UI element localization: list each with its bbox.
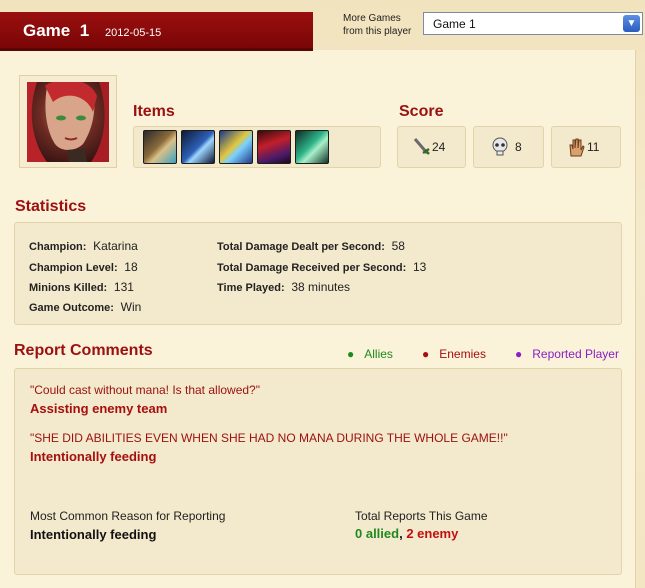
statistics-heading: Statistics bbox=[15, 198, 87, 215]
total-reports-label: Total Reports This Game bbox=[355, 509, 488, 523]
stat-champion: Champion: Katarina bbox=[29, 239, 138, 253]
stat-label: Champion Level: bbox=[29, 262, 118, 274]
deaths-value: 8 bbox=[515, 140, 522, 154]
score-deaths: 8 bbox=[473, 126, 544, 168]
stat-label: Game Outcome: bbox=[29, 302, 114, 314]
stat-value: 38 minutes bbox=[291, 280, 351, 294]
stat-label: Total Damage Dealt per Second: bbox=[217, 241, 385, 253]
score-kills: 24 bbox=[397, 126, 466, 168]
game-number: 1 bbox=[79, 21, 90, 40]
items-list bbox=[133, 126, 381, 168]
stat-damage-dealt: Total Damage Dealt per Second: 58 bbox=[217, 239, 405, 253]
champion-portrait bbox=[27, 82, 109, 162]
more-games-label: More Games from this player bbox=[343, 13, 412, 37]
legend-enemies-label: Enemies bbox=[439, 347, 486, 361]
stat-value: 131 bbox=[113, 280, 134, 294]
stat-value: Win bbox=[120, 300, 142, 314]
comment-reason: Intentionally feeding bbox=[30, 449, 157, 464]
legend-enemies: ● Enemies bbox=[422, 347, 486, 361]
champion-portrait-frame bbox=[19, 75, 117, 168]
stat-label: Minions Killed: bbox=[29, 282, 108, 294]
comment-quote: "SHE DID ABILITIES EVEN WHEN SHE HAD NO … bbox=[30, 431, 508, 445]
stat-value: 18 bbox=[124, 260, 138, 274]
stat-value: 58 bbox=[391, 239, 405, 253]
item-slot-4[interactable] bbox=[257, 130, 291, 164]
skull-icon bbox=[490, 136, 510, 158]
legend-reported-player: ● Reported Player bbox=[515, 347, 619, 361]
game-header: Game 1 2012-05-15 bbox=[0, 12, 313, 51]
game-select-value: Game 1 bbox=[433, 17, 476, 31]
stat-value: 13 bbox=[412, 260, 427, 274]
item-slot-2[interactable] bbox=[181, 130, 215, 164]
allied-reports: 0 allied bbox=[355, 526, 400, 541]
item-slot-5[interactable] bbox=[295, 130, 329, 164]
stat-value: Katarina bbox=[93, 239, 138, 253]
stat-label: Total Damage Received per Second: bbox=[217, 262, 407, 274]
stat-game-outcome: Game Outcome: Win bbox=[29, 300, 141, 314]
assists-value: 11 bbox=[587, 140, 600, 154]
stat-label: Champion: bbox=[29, 241, 87, 253]
stat-champion-level: Champion Level: 18 bbox=[29, 260, 138, 274]
statistics-panel: Champion: Katarina Champion Level: 18 Mi… bbox=[14, 222, 622, 325]
item-slot-1[interactable] bbox=[143, 130, 177, 164]
sword-icon bbox=[412, 136, 432, 158]
game-date: 2012-05-15 bbox=[105, 27, 162, 39]
legend-allies: ● Allies bbox=[347, 347, 393, 361]
total-reports-value: 0 allied, 2 enemy bbox=[355, 526, 458, 541]
game-select-dropdown[interactable]: Game 1 ▼ bbox=[423, 12, 643, 35]
game-title-label: Game bbox=[23, 21, 71, 40]
stat-label: Time Played: bbox=[217, 282, 285, 294]
items-heading: Items bbox=[133, 103, 175, 120]
comment-quote: "Could cast without mana! Is that allowe… bbox=[30, 383, 260, 397]
page-title: Game 1 bbox=[23, 21, 89, 41]
item-slot-3[interactable] bbox=[219, 130, 253, 164]
stat-time-played: Time Played: 38 minutes bbox=[217, 280, 350, 294]
report-comments-heading: Report Comments bbox=[14, 342, 153, 359]
common-reason-value: Intentionally feeding bbox=[30, 527, 157, 542]
enemy-reports: 2 enemy bbox=[406, 526, 459, 541]
legend-allies-label: Allies bbox=[364, 347, 393, 361]
stat-minions-killed: Minions Killed: 131 bbox=[29, 280, 134, 294]
chevron-down-icon[interactable]: ▼ bbox=[623, 15, 640, 32]
comment-reason: Assisting enemy team bbox=[30, 401, 168, 416]
kills-value: 24 bbox=[432, 140, 446, 154]
report-comments-panel: "Could cast without mana! Is that allowe… bbox=[14, 368, 622, 575]
hand-icon bbox=[566, 136, 586, 158]
score-assists: 11 bbox=[551, 126, 621, 168]
legend-reported-label: Reported Player bbox=[532, 347, 619, 361]
common-reason-label: Most Common Reason for Reporting bbox=[30, 509, 226, 523]
stat-damage-received: Total Damage Received per Second: 13 bbox=[217, 260, 426, 274]
score-heading: Score bbox=[399, 103, 444, 120]
